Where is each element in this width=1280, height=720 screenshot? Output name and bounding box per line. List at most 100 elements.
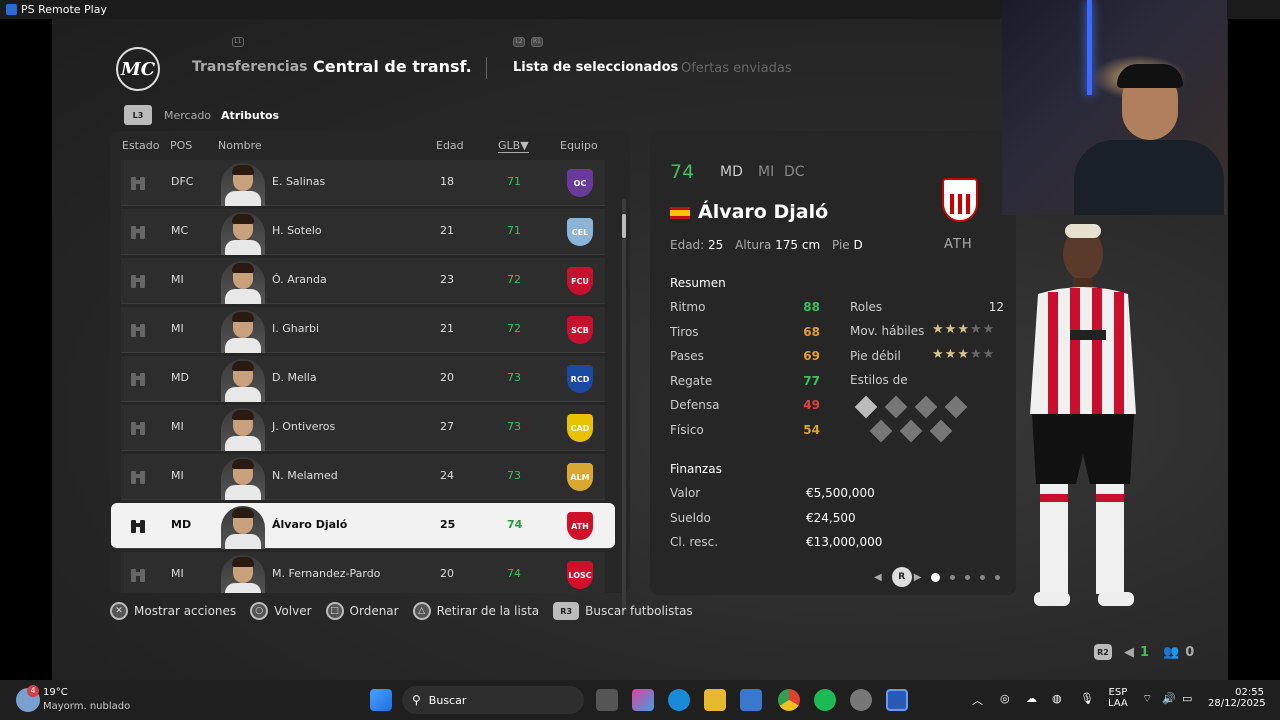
task-view-icon[interactable] [596, 689, 618, 711]
playstyle-icon-4[interactable] [944, 395, 968, 419]
col-pos[interactable]: POS [170, 139, 192, 152]
playstyle-icon-3[interactable] [914, 395, 938, 419]
microphone-icon[interactable]: 🎙 [1080, 692, 1094, 705]
tab-transferencias[interactable]: Transferencias [192, 59, 308, 75]
table-row[interactable]: MD D. Mella 20 73 RCD [121, 356, 605, 402]
playstyle-icon-1[interactable] [854, 395, 878, 419]
copilot-icon[interactable] [632, 689, 654, 711]
cross-button-icon: ✕ [110, 602, 128, 620]
pager-left-icon[interactable]: ◀ [874, 572, 882, 583]
table-row[interactable]: MI J. Ontiveros 27 73 CAD [121, 405, 605, 451]
windows-start-icon[interactable] [370, 689, 392, 711]
obs-icon[interactable] [850, 689, 872, 711]
streamer-shirt [1074, 140, 1224, 215]
height-value: 175 cm [775, 238, 821, 252]
edge-icon[interactable] [668, 689, 690, 711]
row-age: 27 [440, 420, 454, 433]
tray-audio-icon[interactable]: ◍ [1052, 692, 1062, 705]
table-row[interactable]: MI M. Fernandez-Pardo 20 74 LOSC [121, 552, 605, 593]
playstyle-icon-2[interactable] [884, 395, 908, 419]
player-avatar [221, 457, 265, 500]
triangle-button-icon: △ [412, 602, 431, 620]
lang-primary: ESP [1108, 687, 1128, 698]
playstyles-label: Estilos de juego [850, 373, 908, 387]
tray-cloud-icon[interactable]: ☁ [1026, 692, 1037, 705]
tray-chevron-icon[interactable]: ︿ [972, 692, 983, 708]
col-estado[interactable]: Estado [122, 139, 159, 152]
pager-dot-3[interactable] [965, 574, 971, 580]
playstyle-icon-6[interactable] [899, 419, 923, 443]
left-letterbox [0, 19, 52, 680]
chrome-icon[interactable] [778, 689, 800, 711]
height-label: Altura [735, 238, 772, 252]
club-badge-icon: ATH [567, 512, 593, 540]
counter-1: 1 [1140, 644, 1150, 660]
remove-from-list-button[interactable]: △ Retirar de la lista [412, 602, 539, 620]
detail-pager[interactable]: ◀ R ▶ [874, 567, 1001, 587]
row-glb: 73 [507, 371, 521, 384]
sort-label: Ordenar [349, 604, 399, 618]
sort-button[interactable]: □ Ordenar [325, 602, 399, 620]
player-avatar [221, 408, 265, 451]
player-avatar [221, 555, 265, 593]
pager-dot-4[interactable] [980, 574, 986, 580]
foot-value: D [853, 238, 863, 252]
volume-icon[interactable]: 🔊 [1162, 692, 1176, 705]
file-explorer-icon[interactable] [704, 689, 726, 711]
playstyle-icon-7[interactable] [929, 419, 953, 443]
taskbar-search[interactable]: ⚲ Buscar [402, 686, 584, 714]
right-letterbox [1228, 19, 1280, 680]
store-icon[interactable] [740, 689, 762, 711]
clause-amount: €13,000,000 [806, 535, 883, 549]
player-avatar [221, 163, 265, 206]
row-glb: 73 [507, 469, 521, 482]
table-row[interactable]: MI Ó. Aranda 23 72 FCU [121, 258, 605, 304]
pager-right-icon[interactable]: ▶ [914, 572, 922, 583]
row-glb: 72 [507, 322, 521, 335]
row-pos: MI [171, 420, 184, 433]
binoculars-icon [131, 373, 145, 386]
roles-value: 12 [988, 300, 1004, 314]
col-nombre[interactable]: Nombre [218, 139, 262, 152]
player-avatar [221, 506, 265, 549]
scrollbar-thumb[interactable] [622, 214, 626, 238]
stat-value: 68 [803, 324, 820, 339]
pager-dot-2[interactable] [950, 574, 956, 580]
search-players-button[interactable]: R3 Buscar futbolistas [553, 602, 693, 620]
subtab-attributes[interactable]: Atributos [221, 109, 279, 122]
col-glb[interactable]: GLB▼ [498, 139, 529, 153]
finances-title: Finanzas [670, 462, 722, 476]
tab-central-transfers[interactable]: Central de transf. [313, 57, 472, 76]
pager-dot-5[interactable] [995, 574, 1001, 580]
col-equipo[interactable]: Equipo [560, 139, 598, 152]
language-indicator[interactable]: ESP LAA [1108, 687, 1128, 709]
clock[interactable]: 02:55 28/12/2025 [1208, 687, 1266, 709]
subtabs: L3 Mercado Atributos [124, 105, 279, 125]
row-name: Álvaro Djaló [272, 518, 348, 531]
pager-dot-1[interactable] [931, 572, 941, 582]
show-actions-button[interactable]: ✕ Mostrar acciones [110, 602, 236, 620]
wifi-icon[interactable]: ⌔ [1142, 692, 1152, 706]
club-badge-icon: ALM [567, 463, 593, 491]
back-button[interactable]: ○ Volver [250, 602, 312, 620]
row-pos: MD [171, 371, 189, 384]
table-row[interactable]: MC H. Sotelo 21 71 CEL [121, 209, 605, 255]
table-scrollbar[interactable] [622, 199, 626, 611]
table-row[interactable]: MI N. Melamed 24 73 ALM [121, 454, 605, 500]
subtab-market[interactable]: Mercado [164, 109, 211, 122]
col-edad[interactable]: Edad [436, 139, 464, 152]
tab-offers-sent[interactable]: Ofertas enviadas [681, 61, 792, 76]
battery-icon[interactable]: ▭ [1182, 692, 1192, 705]
tray-app-icon[interactable]: ◎ [1000, 692, 1010, 705]
playstyle-icon-5[interactable] [869, 419, 893, 443]
table-row[interactable]: DFC E. Salinas 18 71 OC [121, 160, 605, 206]
table-row[interactable]: MI I. Gharbi 21 72 SCB [121, 307, 605, 353]
tab-shortlist[interactable]: Lista de seleccionados [513, 60, 678, 75]
binoculars-icon [131, 520, 145, 533]
show-actions-label: Mostrar acciones [134, 604, 237, 618]
weather-desc: Mayorm. nublado [43, 701, 131, 712]
spotify-icon[interactable] [814, 689, 836, 711]
back-label: Volver [274, 604, 312, 618]
table-row[interactable]: MD Álvaro Djaló 25 74 ATH [111, 503, 615, 549]
ps-remote-play-taskbar-icon[interactable] [886, 689, 908, 711]
